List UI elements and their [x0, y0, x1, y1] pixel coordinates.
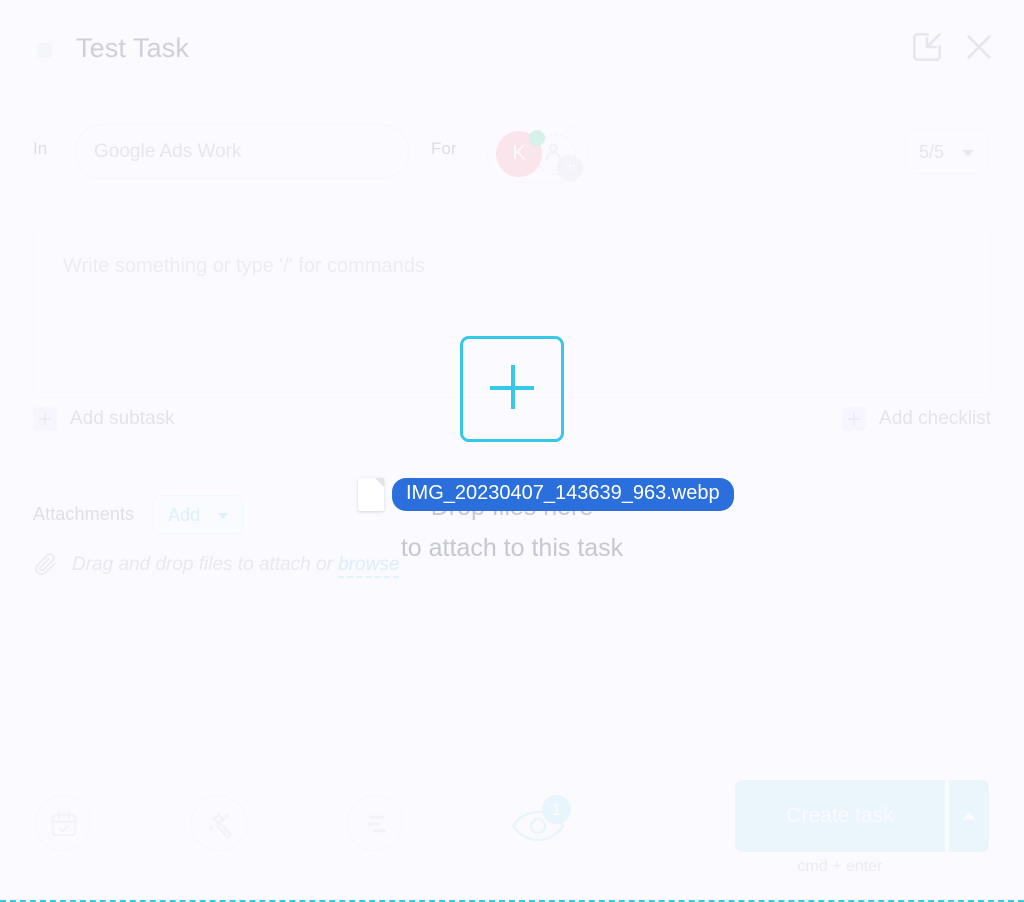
plus-icon [33, 407, 57, 431]
add-checklist-label: Add checklist [879, 408, 991, 429]
description-placeholder: Write something or type '/' for commands [63, 255, 425, 277]
watchers-count-badge: 1 [542, 795, 571, 824]
create-task-button[interactable]: Create task [735, 780, 945, 852]
subtask-checklist-row: Add subtask Add checklist [33, 404, 991, 434]
assignee-group[interactable]: + K [487, 124, 589, 183]
task-complete-checkbox[interactable] [37, 43, 52, 58]
task-meta-row: In Google Ads Work For + K 5/5 [0, 120, 1024, 184]
close-icon[interactable] [960, 28, 998, 66]
browse-link[interactable]: browse [338, 554, 400, 578]
attachments-hint-prefix: Drag and drop files to attach or [72, 554, 339, 575]
attachments-row: Attachments Add [33, 494, 244, 534]
attachments-hint: Drag and drop files to attach or browse [33, 552, 400, 578]
online-status-dot [529, 130, 545, 146]
modal-header: Test Task [0, 0, 1024, 100]
description-editor[interactable]: Write something or type '/' for commands [33, 227, 991, 398]
file-icon [358, 477, 384, 511]
story-points-select[interactable]: 5/5 [905, 129, 988, 174]
add-assignee-plus-icon: + [557, 155, 583, 181]
priority-icon[interactable] [347, 795, 403, 851]
add-checklist-button[interactable]: Add checklist [842, 404, 991, 434]
collapse-to-corner-icon[interactable] [908, 28, 946, 66]
for-label: For [431, 139, 457, 158]
chevron-down-icon [218, 512, 229, 519]
project-select[interactable]: Google Ads Work [75, 124, 409, 179]
attachment-add-button[interactable]: Add [153, 494, 244, 534]
attachments-hint-text: Drag and drop files to attach or browse [72, 554, 400, 578]
project-value: Google Ads Work [94, 141, 242, 162]
add-subtask-label: Add subtask [70, 408, 175, 429]
attachment-add-label: Add [168, 504, 201, 525]
story-points-value: 5/5 [919, 142, 945, 162]
magic-wand-icon[interactable] [191, 795, 247, 851]
page-title: Test Task [76, 33, 189, 63]
create-task-shortcut-hint: cmd + enter [797, 858, 883, 875]
chevron-down-icon [962, 150, 974, 156]
chevron-up-icon [962, 812, 976, 820]
drag-filename-label: IMG_20230407_143639_963.webp [392, 477, 734, 511]
due-date-icon[interactable] [35, 795, 91, 851]
plus-icon [842, 407, 867, 431]
create-task-options-button[interactable] [949, 780, 989, 852]
attachments-label: Attachments [33, 503, 135, 524]
watch-eye-icon[interactable]: 1 [502, 795, 571, 851]
create-task-modal: Test Task In Google Ads Work For + K 5/5… [0, 0, 1024, 902]
add-subtask-button[interactable]: Add subtask [33, 404, 175, 434]
drag-file-ghost: IMG_20230407_143639_963.webp [358, 476, 734, 512]
in-label: In [33, 139, 48, 158]
paperclip-icon [33, 552, 59, 578]
modal-footer: 1 Create task cmd + enter [0, 775, 1024, 895]
